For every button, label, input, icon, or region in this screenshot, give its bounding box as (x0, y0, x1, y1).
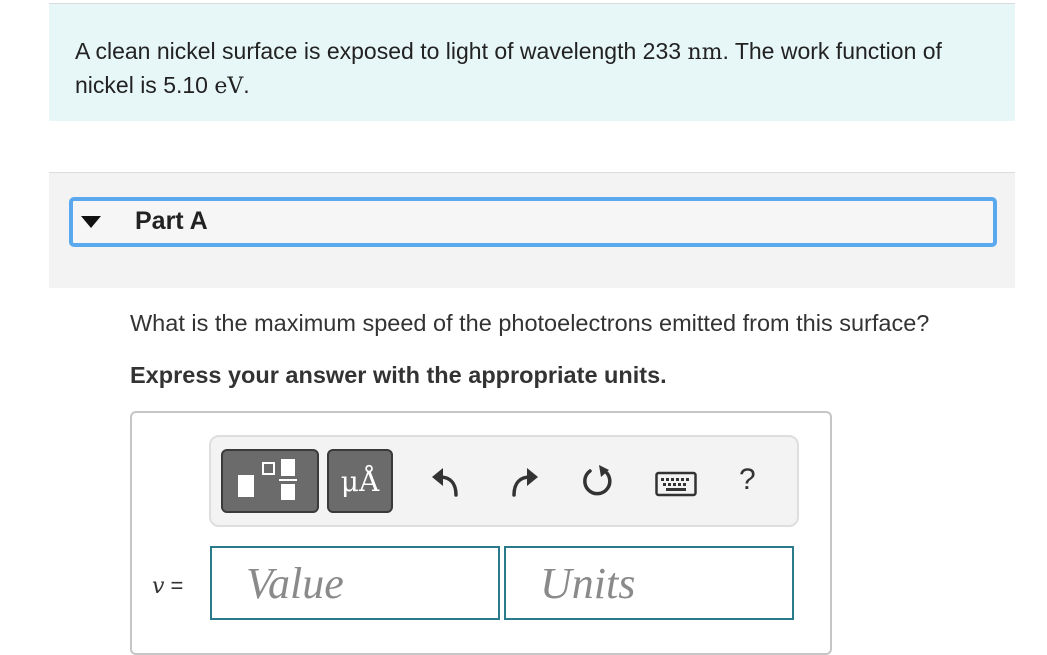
reset-icon[interactable] (579, 464, 615, 500)
problem-text-start: A clean nickel surface is exposed to lig… (75, 38, 688, 64)
question-text: What is the maximum speed of the photoel… (130, 310, 930, 336)
answer-box: μÅ ? v = (130, 411, 832, 655)
math-toolbar: μÅ ? (209, 435, 799, 527)
equals-sign: = (164, 573, 184, 598)
fraction-template-icon (238, 459, 297, 500)
keyboard-icon[interactable] (655, 471, 697, 499)
units-button-label: μÅ (340, 465, 380, 498)
redo-icon[interactable] (507, 465, 541, 499)
part-title: Part A (135, 207, 208, 235)
variable-label: v = (152, 573, 183, 599)
variable-symbol: v (152, 574, 165, 599)
instruction-text: Express your answer with the appropriate… (130, 362, 667, 388)
part-section: Part A (49, 172, 1015, 288)
work-function-unit: eV (214, 74, 244, 99)
wavelength-unit: nm (687, 40, 723, 65)
problem-statement-panel: A clean nickel surface is exposed to lig… (49, 3, 1015, 121)
caret-down-icon (81, 216, 101, 228)
undo-icon[interactable] (429, 465, 463, 499)
problem-text-end: . (243, 72, 250, 98)
value-input[interactable] (210, 546, 500, 620)
problem-text: A clean nickel surface is exposed to lig… (75, 35, 975, 103)
units-input[interactable] (504, 546, 794, 620)
templates-button[interactable] (221, 449, 319, 513)
part-a-header-toggle[interactable]: Part A (69, 197, 997, 247)
units-button[interactable]: μÅ (327, 449, 393, 513)
help-button[interactable]: ? (739, 463, 756, 497)
